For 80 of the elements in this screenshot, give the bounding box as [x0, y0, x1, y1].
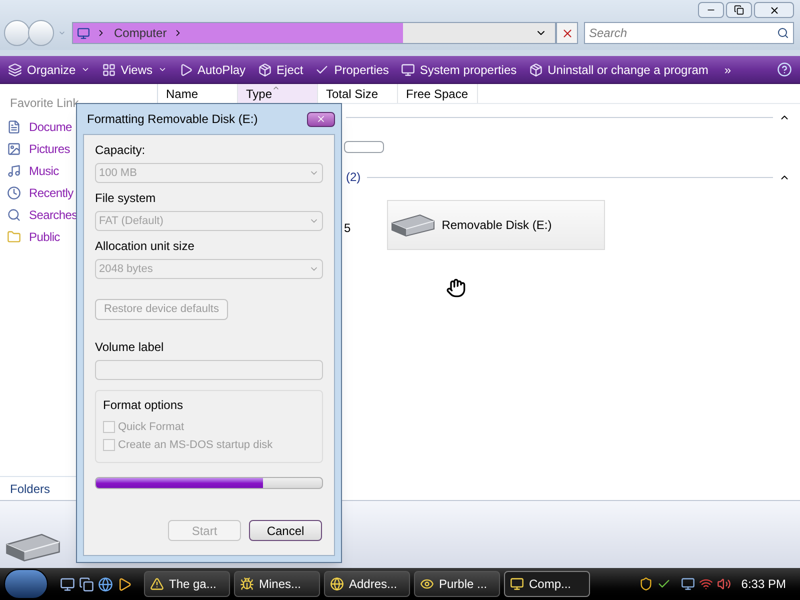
search-icon — [777, 27, 789, 39]
drive-tile[interactable]: Removable Disk (E:) — [386, 200, 605, 250]
stop-button[interactable] — [556, 22, 578, 44]
task-icon — [510, 577, 524, 591]
taskbar-button[interactable]: Mines... — [234, 571, 320, 597]
toolbar-icon — [400, 62, 415, 76]
dialog-button[interactable]: Cancel — [249, 520, 322, 541]
toolbar-button[interactable]: Eject — [258, 60, 304, 78]
drive-item-text: 5 — [344, 220, 351, 237]
group-header: (2) — [346, 169, 361, 186]
restore-button[interactable] — [726, 2, 752, 18]
task-icon — [150, 577, 164, 591]
toolbar-icon — [178, 62, 192, 76]
windows-icon[interactable] — [79, 576, 94, 592]
toolbar-icon — [258, 62, 272, 76]
link-icon — [7, 186, 21, 200]
link-icon — [7, 120, 21, 134]
toolbar-button[interactable]: Properties — [315, 60, 389, 78]
dropdown-caret-icon — [80, 65, 90, 74]
field-label: Allocation unit size — [95, 238, 196, 255]
checkbox-label: Quick Format — [118, 420, 184, 435]
clock[interactable]: 6:33 PM — [741, 575, 786, 593]
history-caret-icon — [58, 29, 66, 37]
link-icon — [7, 230, 21, 244]
task-icon — [330, 577, 344, 591]
taskbar-button[interactable]: Addres... — [324, 571, 410, 597]
column-header[interactable]: Type — [238, 84, 318, 103]
help-icon[interactable] — [777, 62, 792, 77]
desktop-icon[interactable] — [60, 576, 75, 592]
checkbox-label: Create an MS-DOS startup disk — [118, 438, 273, 453]
restore-icon — [734, 5, 744, 15]
toolbar-icon — [102, 62, 116, 76]
sidebar-link[interactable]: Pictures — [29, 140, 70, 158]
shield-icon[interactable] — [639, 577, 654, 591]
close-button[interactable] — [754, 2, 794, 18]
taskbar-button[interactable]: Comp... — [504, 571, 590, 597]
hand-cursor-icon — [446, 278, 466, 298]
toolbar-button[interactable]: System properties — [400, 60, 517, 78]
sidebar-link[interactable]: Searches — [29, 206, 78, 224]
sidebar-link[interactable]: Recently — [29, 184, 74, 202]
toolbar-icon — [8, 62, 22, 76]
more-button[interactable]: » — [724, 60, 732, 78]
close-icon — [560, 26, 574, 40]
search-field[interactable]: Search — [589, 24, 777, 42]
link-icon — [7, 208, 21, 222]
close-icon — [316, 114, 326, 124]
removable-drive-icon — [390, 213, 436, 237]
close-button[interactable] — [307, 112, 335, 126]
sidebar-link[interactable]: Public — [29, 228, 60, 246]
field-label: Volume label — [95, 339, 165, 356]
computer-icon — [77, 26, 90, 40]
globe-icon[interactable] — [98, 576, 113, 592]
sidebar-link[interactable]: Music — [29, 162, 59, 180]
toolbar-button[interactable]: AutoPlay — [178, 60, 246, 78]
removable-drive-icon — [4, 532, 62, 562]
sidebar-link[interactable]: Docume — [29, 118, 72, 136]
dialog-title: Formatting Removable Disk (E:) — [86, 111, 258, 128]
media-icon[interactable] — [117, 576, 132, 592]
close-icon — [768, 4, 780, 16]
space-bar — [344, 141, 384, 153]
address-crumb[interactable]: Computer — [114, 24, 167, 42]
task-icon — [420, 577, 434, 591]
link-icon — [7, 142, 21, 156]
task-icon — [240, 577, 254, 591]
volume-icon[interactable] — [717, 577, 732, 591]
network-status-icon[interactable] — [699, 577, 714, 591]
group-title: Format options — [103, 397, 184, 414]
taskbar-button[interactable]: Purble ... — [414, 571, 500, 597]
toolbar-button[interactable]: Uninstall or change a program — [528, 60, 708, 78]
link-icon — [7, 164, 21, 178]
dropdown-caret-icon — [158, 65, 166, 74]
search-box[interactable]: Search — [584, 22, 794, 44]
toolbar-button[interactable]: Organize — [8, 60, 90, 78]
start-button[interactable] — [4, 569, 48, 599]
taskbar-button[interactable]: The ga... — [144, 571, 230, 597]
toolbar-button[interactable]: Views — [102, 60, 166, 78]
field-label: File system — [95, 190, 157, 207]
address-bar[interactable]: Computer — [72, 22, 556, 44]
toolbar-icon — [528, 62, 543, 76]
field-label: Capacity: — [95, 142, 146, 159]
